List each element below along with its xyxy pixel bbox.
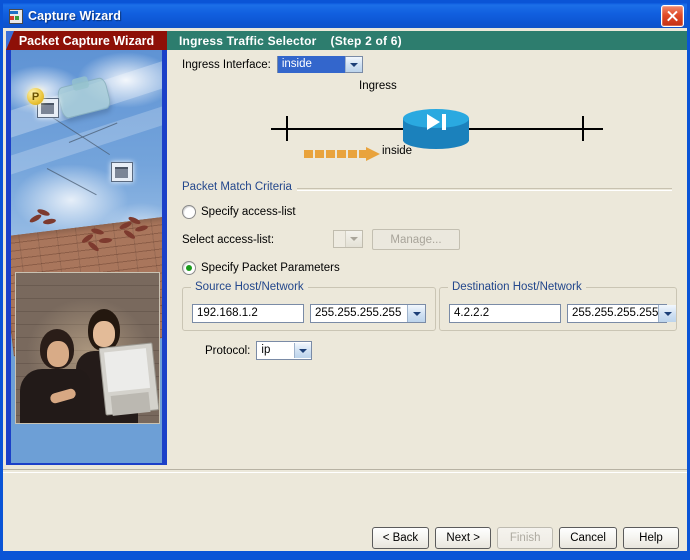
help-button[interactable]: Help	[623, 527, 679, 549]
window-statusbar	[3, 551, 687, 557]
source-host-network-group: Source Host/Network 192.168.1.2 255.255.…	[182, 281, 436, 331]
protocol-value: ip	[261, 344, 271, 356]
radio-specify-access-list[interactable]: Specify access-list	[182, 205, 296, 219]
cancel-button[interactable]: Cancel	[559, 527, 617, 549]
ingress-interface-value: inside	[277, 56, 345, 73]
source-mask-select[interactable]: 255.255.255.255	[310, 304, 426, 323]
wizard-content: Ingress Traffic Selector (Step 2 of 6) I…	[167, 31, 687, 525]
destination-group-title: Destination Host/Network	[448, 281, 586, 293]
chevron-down-icon[interactable]	[294, 343, 312, 358]
network-node-icon	[111, 162, 133, 182]
source-host-input[interactable]: 192.168.1.2	[192, 304, 304, 323]
people-photo	[15, 272, 160, 424]
ingress-interface-select[interactable]: inside	[276, 56, 363, 73]
sidebar-header: Packet Capture Wizard	[6, 31, 167, 50]
destination-host-network-group: Destination Host/Network 4.2.2.2 255.255…	[439, 281, 677, 331]
destination-host-input[interactable]: 4.2.2.2	[449, 304, 561, 323]
destination-mask-select[interactable]: 255.255.255.255	[567, 304, 677, 323]
step-header: Ingress Traffic Selector (Step 2 of 6)	[167, 31, 687, 50]
badge-icon: P	[27, 88, 44, 105]
radio-icon[interactable]	[182, 205, 196, 219]
chevron-down-icon	[345, 231, 362, 247]
ingress-interface-label: Ingress Interface:	[182, 58, 271, 71]
ingress-interface-row: Ingress Interface: inside	[182, 56, 363, 73]
source-group-title: Source Host/Network	[191, 281, 308, 293]
chevron-down-icon[interactable]	[344, 57, 362, 72]
router-icon	[403, 109, 469, 149]
sidebar-header-label: Packet Capture Wizard	[18, 33, 155, 48]
manage-button: Manage...	[372, 229, 460, 250]
window-title: Capture Wizard	[28, 8, 121, 23]
radio-specify-packet-parameters-label: Specify Packet Parameters	[201, 262, 340, 274]
chevron-down-icon[interactable]	[658, 305, 677, 322]
next-button[interactable]: Next >	[435, 527, 492, 549]
sidebar-illustration: P	[11, 50, 162, 463]
step-title: Ingress Traffic Selector	[179, 33, 317, 48]
protocol-select[interactable]: ip	[256, 341, 313, 360]
protocol-row: Protocol: ip	[205, 341, 313, 360]
wizard-button-bar: < Back Next > Finish Cancel Help	[371, 527, 679, 549]
radio-specify-packet-parameters[interactable]: Specify Packet Parameters	[182, 261, 340, 275]
content-divider	[3, 469, 687, 473]
radio-specify-access-list-label: Specify access-list	[201, 206, 296, 218]
back-button[interactable]: < Back	[371, 527, 430, 549]
window-titlebar: Capture Wizard	[3, 3, 687, 28]
packet-match-criteria-title: Packet Match Criteria	[182, 181, 297, 193]
wizard-sidebar: Packet Capture Wizard P	[6, 31, 167, 465]
protocol-label: Protocol:	[205, 344, 251, 357]
diagram-tick-left	[286, 116, 288, 141]
diagram-tick-right	[582, 116, 584, 141]
radio-icon[interactable]	[182, 261, 196, 275]
source-mask-value: 255.255.255.255	[315, 307, 402, 319]
diagram-ingress-label: Ingress	[359, 80, 397, 92]
destination-mask-value: 255.255.255.255	[572, 307, 659, 319]
finish-button: Finish	[497, 527, 554, 549]
diagram-flow-label: inside	[382, 145, 413, 157]
traffic-flow-diagram: Ingress inside	[167, 79, 687, 177]
chevron-down-icon[interactable]	[407, 305, 425, 322]
close-icon[interactable]	[661, 5, 684, 27]
capture-wizard-window: Capture Wizard Packet Capture Wizard P I…	[0, 0, 690, 560]
wizard-icon	[7, 8, 23, 24]
step-counter: (Step 2 of 6)	[330, 33, 402, 48]
access-list-select	[333, 230, 363, 248]
select-access-list-label: Select access-list:	[182, 234, 275, 246]
